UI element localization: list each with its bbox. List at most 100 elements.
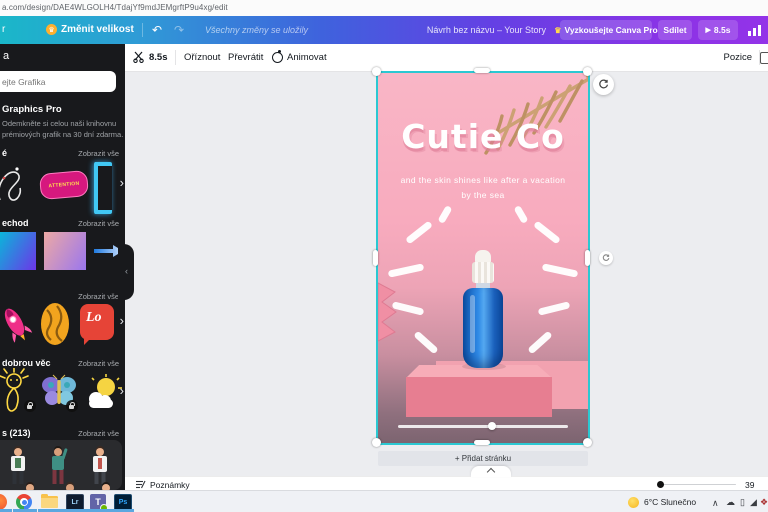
pedestal-front bbox=[406, 377, 552, 417]
crop-button[interactable]: Oříznout bbox=[184, 52, 220, 63]
tray-network-icon[interactable]: ◢ bbox=[750, 497, 757, 508]
weather-status[interactable]: 6°C Slunečno bbox=[644, 497, 696, 507]
chart-icon[interactable] bbox=[748, 24, 762, 36]
show-all-link[interactable]: Zobrazit vše bbox=[78, 149, 119, 158]
play-duration-button[interactable]: ▶ 8.5s bbox=[698, 20, 738, 40]
ray-graphic bbox=[527, 330, 553, 355]
gradient-swatch-pink-purple[interactable] bbox=[44, 232, 86, 270]
zoom-level-value: 39 bbox=[745, 480, 755, 490]
ray-graphic bbox=[537, 301, 571, 316]
selection-handle-left[interactable] bbox=[373, 250, 378, 266]
selection-handle-bottom[interactable] bbox=[474, 440, 490, 445]
poster-subtitle-line1: and the skin shines like after a vacatio… bbox=[400, 175, 566, 185]
person-graphic[interactable] bbox=[88, 446, 112, 486]
app-header: r ♛ Změnit velikost ↶ ↷ Všechny změny se… bbox=[0, 16, 768, 44]
person-graphic-partial[interactable] bbox=[18, 482, 42, 490]
selection-handle-top-left[interactable] bbox=[372, 67, 381, 76]
resize-button[interactable]: Změnit velikost bbox=[61, 24, 134, 35]
ray-graphic bbox=[533, 220, 561, 245]
pattern-oval-graphic[interactable] bbox=[40, 302, 70, 346]
browser-url-bar[interactable]: a.com/design/DAE4WLGOLH4/TdajYf9mdJEMgrf… bbox=[0, 0, 768, 17]
rocket-graphic[interactable] bbox=[0, 302, 34, 344]
weather-sun-icon[interactable] bbox=[628, 497, 639, 508]
person-graphic[interactable] bbox=[6, 446, 30, 486]
add-page-button[interactable]: + Přidat stránku bbox=[378, 451, 588, 466]
rotate-icon bbox=[599, 79, 609, 89]
scribble-graphic[interactable] bbox=[0, 162, 36, 206]
position-button[interactable]: Pozice bbox=[723, 52, 752, 63]
document-title[interactable]: Návrh bez názvu – Your Story bbox=[427, 25, 546, 35]
sun-cloud-graphic[interactable] bbox=[84, 374, 122, 410]
carousel-next-icon[interactable]: › bbox=[120, 384, 124, 397]
video-scrubber-track[interactable] bbox=[398, 425, 568, 428]
bottle-highlight bbox=[470, 295, 475, 353]
sync-icon[interactable] bbox=[599, 251, 613, 265]
search-input[interactable] bbox=[0, 71, 116, 92]
show-all-link[interactable]: Zobrazit vše bbox=[78, 219, 119, 228]
people-graphics-container bbox=[0, 440, 122, 490]
bottle-body bbox=[463, 288, 503, 368]
notes-button[interactable]: Poznámky bbox=[150, 480, 190, 490]
editor-bottom-bar: Poznámky 39 bbox=[125, 476, 768, 491]
speech-bubble-graphic[interactable]: Lo bbox=[80, 304, 114, 345]
selection-handle-top-right[interactable] bbox=[583, 67, 592, 76]
carousel-next-icon[interactable]: › bbox=[120, 314, 124, 327]
file-explorer-icon[interactable] bbox=[41, 494, 58, 508]
timeline-collapse-button[interactable] bbox=[471, 466, 511, 477]
person-graphic-partial[interactable] bbox=[58, 482, 82, 490]
section-label-gradient: echod bbox=[2, 218, 29, 228]
share-button[interactable]: Sdílet bbox=[658, 20, 692, 40]
gradient-swatch-teal-purple[interactable] bbox=[0, 232, 36, 270]
design-page[interactable]: Cutie Co and the skin shines like after … bbox=[378, 73, 588, 443]
crown-icon: ♛ bbox=[46, 24, 57, 35]
panel-title-fragment: a bbox=[3, 50, 10, 62]
clip-duration[interactable]: 8.5s bbox=[149, 52, 168, 63]
carousel-next-icon[interactable]: › bbox=[120, 176, 124, 189]
poster-subtitle-line2: by the sea bbox=[461, 190, 505, 200]
person-graphic-partial[interactable] bbox=[94, 482, 118, 490]
scissors-icon[interactable] bbox=[133, 51, 145, 63]
selection-handle-bottom-right[interactable] bbox=[583, 438, 592, 447]
undo-icon[interactable]: ↶ bbox=[152, 23, 162, 37]
try-pro-button[interactable]: ♛ Vyzkoušejte Canva Pro bbox=[554, 20, 658, 40]
selection-handle-right[interactable] bbox=[585, 250, 590, 266]
help-icon-partial[interactable] bbox=[760, 52, 768, 64]
ray-graphic bbox=[437, 204, 453, 225]
zoom-slider-thumb[interactable] bbox=[657, 481, 664, 488]
selection-handle-top[interactable] bbox=[474, 68, 490, 73]
show-all-link[interactable]: Zobrazit vše bbox=[78, 429, 119, 438]
show-all-link[interactable]: Zobrazit vše bbox=[78, 292, 119, 301]
person-graphic[interactable] bbox=[46, 446, 70, 486]
redo-icon[interactable]: ↷ bbox=[174, 23, 184, 37]
neon-bracket-graphic[interactable] bbox=[94, 162, 112, 214]
attention-badge-graphic[interactable]: ATTENTION bbox=[38, 169, 90, 201]
pro-lock-icon bbox=[66, 400, 78, 412]
tray-onedrive-icon[interactable]: ☁ bbox=[726, 497, 735, 508]
zoom-slider-track[interactable] bbox=[660, 483, 736, 485]
promo-text-line2: prémiových grafik na 30 dní zdarma. bbox=[2, 130, 124, 139]
tray-security-icon[interactable]: ❖ bbox=[760, 497, 768, 508]
ray-graphic bbox=[405, 220, 433, 245]
rotate-button[interactable] bbox=[593, 74, 614, 95]
video-scrubber-thumb[interactable] bbox=[488, 422, 496, 430]
animate-icon[interactable] bbox=[272, 52, 283, 63]
flip-button[interactable]: Převrátit bbox=[228, 52, 263, 63]
promo-text-line1: Odemkněte si celou naši knihovnu bbox=[2, 119, 117, 128]
selection-handle-bottom-left[interactable] bbox=[372, 438, 381, 447]
bubble-tail bbox=[84, 338, 91, 345]
animate-button[interactable]: Animovat bbox=[287, 52, 327, 63]
show-all-link[interactable]: Zobrazit vše bbox=[78, 359, 119, 368]
pro-lock-icon bbox=[24, 400, 36, 412]
tray-phone-icon[interactable]: ▯ bbox=[740, 497, 745, 508]
chrome-icon[interactable] bbox=[16, 494, 32, 510]
tray-hidden-icons-chevron[interactable]: ∧ bbox=[712, 498, 719, 509]
browser-icon-partial[interactable] bbox=[0, 494, 7, 510]
menu-label-fragment[interactable]: r bbox=[2, 24, 5, 35]
teams-icon[interactable]: T bbox=[90, 494, 108, 512]
toolbar-divider bbox=[175, 50, 176, 65]
promo-title: Graphics Pro bbox=[2, 104, 62, 115]
panel-collapse-tab[interactable]: ‹ bbox=[118, 244, 134, 300]
section-label-trending: é bbox=[2, 148, 8, 158]
notes-icon[interactable] bbox=[136, 480, 146, 489]
page-url[interactable]: a.com/design/DAE4WLGOLH4/TdajYf9mdJEMgrf… bbox=[2, 3, 228, 12]
